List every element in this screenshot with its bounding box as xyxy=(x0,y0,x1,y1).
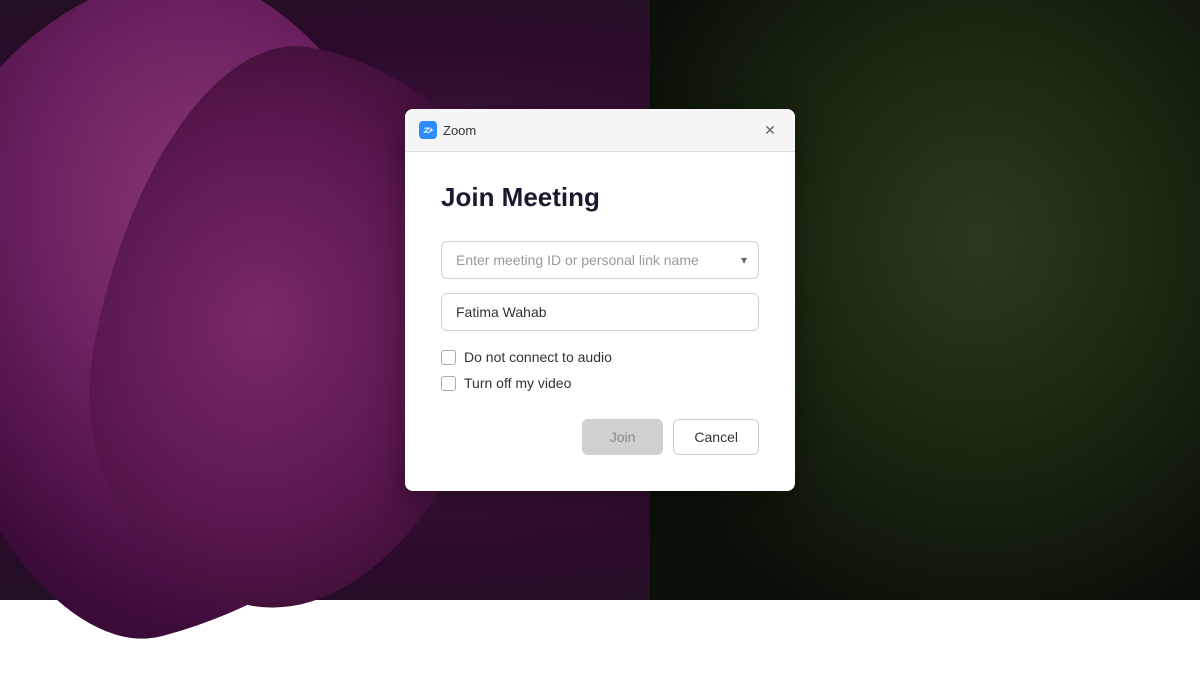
name-group xyxy=(441,293,759,331)
title-bar: Zoom ✕ xyxy=(405,109,795,152)
title-bar-left: Zoom xyxy=(419,121,476,139)
join-button[interactable]: Join xyxy=(582,419,664,455)
dialog-buttons: Join Cancel xyxy=(441,419,759,455)
checkbox-video[interactable] xyxy=(441,376,456,391)
checkbox-audio-label[interactable]: Do not connect to audio xyxy=(441,349,759,365)
zoom-dialog: Zoom ✕ Join Meeting Enter meeting ID or … xyxy=(405,109,795,491)
dialog-body: Join Meeting Enter meeting ID or persona… xyxy=(405,152,795,491)
dialog-title: Join Meeting xyxy=(441,182,759,213)
meeting-id-group: Enter meeting ID or personal link name ▾ xyxy=(441,241,759,279)
checkboxes-group: Do not connect to audio Turn off my vide… xyxy=(441,349,759,391)
checkbox-audio-text: Do not connect to audio xyxy=(464,349,612,365)
checkbox-audio[interactable] xyxy=(441,350,456,365)
checkbox-video-text: Turn off my video xyxy=(464,375,571,391)
checkbox-video-label[interactable]: Turn off my video xyxy=(441,375,759,391)
name-input[interactable] xyxy=(441,293,759,331)
meeting-id-input[interactable]: Enter meeting ID or personal link name xyxy=(441,241,759,279)
app-title: Zoom xyxy=(443,123,476,138)
zoom-logo-icon xyxy=(419,121,437,139)
cancel-button[interactable]: Cancel xyxy=(673,419,759,455)
overlay: Zoom ✕ Join Meeting Enter meeting ID or … xyxy=(0,0,1200,600)
close-button[interactable]: ✕ xyxy=(759,119,781,141)
